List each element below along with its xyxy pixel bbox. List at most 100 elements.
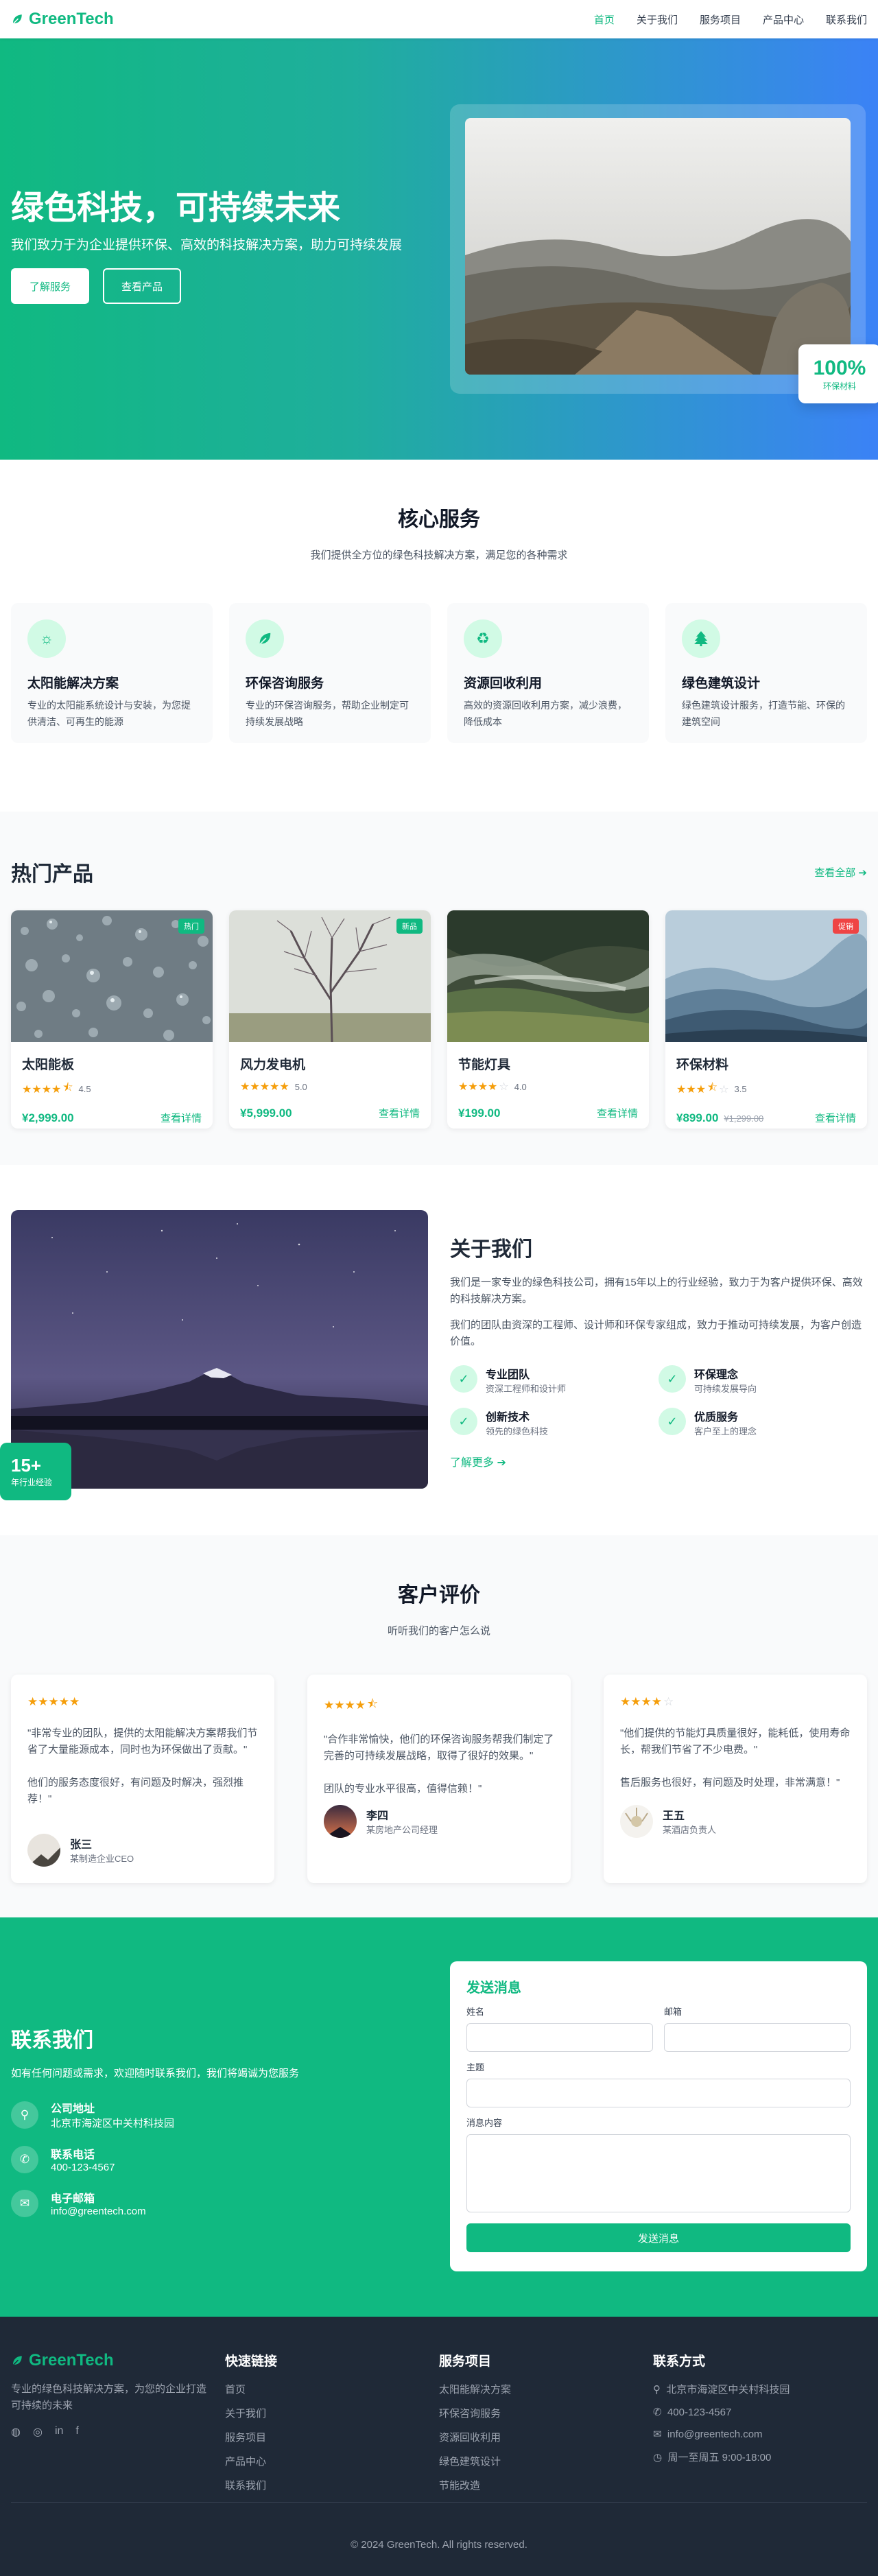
- footer-logo[interactable]: GreenTech: [11, 2351, 225, 2370]
- footer-brand: GreenTech 专业的绿色科技解决方案，为您的企业打造可持续的未来 ◍ ◎ …: [11, 2351, 225, 2502]
- footer-contact-value: 北京市海淀区中关村科技园: [666, 2384, 790, 2396]
- empty-star-icon: ☆: [663, 1695, 674, 1708]
- contact-subtitle: 如有任何问题或需求，欢迎随时联系我们，我们将竭诚为您服务: [11, 2068, 300, 2079]
- service-card[interactable]: 绿色建筑设计 绿色建筑设计服务，打造节能、环保的建筑空间: [665, 603, 867, 743]
- footer-link[interactable]: 环保咨询服务: [439, 2406, 653, 2420]
- experience-badge: 15+ 年行业经验: [0, 1443, 71, 1500]
- footer-link[interactable]: 资源回收利用: [439, 2430, 653, 2444]
- rating-stars: ★★★★ ☆: [620, 1695, 851, 1709]
- feature-desc: 客户至上的理念: [694, 1426, 757, 1437]
- product-name: 太阳能板: [22, 1058, 75, 1072]
- footer-link[interactable]: 服务项目: [225, 2430, 439, 2444]
- product-card[interactable]: 节能灯具 ★★★★ ☆ 4.0 ¥199.00 查看详情: [447, 910, 649, 1129]
- facebook-icon[interactable]: f: [75, 2425, 78, 2439]
- product-card[interactable]: 热门 太阳能板 ★★★★ ⯪ 4.5 ¥2,999.00 查看详情: [11, 910, 213, 1129]
- view-detail-link[interactable]: 查看详情: [597, 1106, 638, 1120]
- product-card[interactable]: 新品 风力发电机 ★★★★★ 5.0 ¥5,999.00 查看详情: [229, 910, 431, 1129]
- footer-desc: 专业的绿色科技解决方案，为您的企业打造可持续的未来: [11, 2383, 207, 2411]
- badge-value: 100%: [813, 356, 866, 379]
- check-icon: ✓: [658, 1365, 686, 1393]
- review-card: ★★★★★ "非常专业的团队，提供的太阳能解决方案帮我们节省了大量能源成本，同时…: [11, 1675, 274, 1883]
- learn-services-button[interactable]: 了解服务: [11, 268, 89, 304]
- feature-item: ✓ 专业团队 资深工程师和设计师: [450, 1365, 658, 1395]
- footer-heading: 联系方式: [653, 2354, 706, 2369]
- footer-link[interactable]: 产品中心: [225, 2454, 439, 2468]
- message-textarea[interactable]: [466, 2134, 851, 2212]
- contact-label: 公司地址: [51, 2103, 95, 2115]
- star-icon: ★★★★: [620, 1695, 662, 1708]
- name-input[interactable]: [466, 2023, 653, 2052]
- logo[interactable]: GreenTech: [11, 10, 114, 29]
- service-card[interactable]: ♻ 资源回收利用 高效的资源回收利用方案，减少浪费，降低成本: [447, 603, 649, 743]
- nav-services[interactable]: 服务项目: [700, 12, 741, 27]
- services-section: 核心服务 我们提供全方位的绿色科技解决方案，满足您的各种需求 ☼ 太阳能解决方案…: [0, 460, 878, 812]
- badge-label: 年行业经验: [11, 1478, 53, 1487]
- product-card[interactable]: 促销 环保材料 ★★★ ⯪ ☆ 3.5 ¥899.00 ¥1,299.00 查看详情: [665, 910, 867, 1129]
- contact-info: 联系我们 如有任何问题或需求，欢迎随时联系我们，我们将竭诚为您服务 ⚲ 公司地址…: [11, 2023, 299, 2218]
- footer-link[interactable]: 绿色建筑设计: [439, 2454, 653, 2468]
- nav-links: 首页 关于我们 服务项目 产品中心 联系我们: [594, 12, 867, 27]
- footer-link[interactable]: 首页: [225, 2382, 439, 2396]
- check-icon: ✓: [450, 1408, 477, 1435]
- night-mountain-image: [11, 1210, 428, 1489]
- location-icon: ⚲: [11, 2101, 38, 2129]
- weibo-icon[interactable]: ◎: [33, 2425, 43, 2439]
- review-text: "非常专业的团队，提供的太阳能解决方案帮我们节省了大量能源成本，同时也为环保做出…: [27, 1727, 258, 1805]
- view-detail-link[interactable]: 查看详情: [161, 1111, 202, 1125]
- learn-more-link[interactable]: 了解更多 ➔: [450, 1453, 506, 1469]
- star-icon: ★★★★★: [27, 1695, 80, 1708]
- footer-contact-value: info@greentech.com: [667, 2429, 763, 2440]
- footer-quick-links: 快速链接 首页 关于我们 服务项目 产品中心 联系我们: [225, 2351, 439, 2502]
- check-icon: ✓: [450, 1365, 477, 1393]
- copyright: © 2024 GreenTech. All rights reserved.: [351, 2539, 527, 2551]
- service-title: 环保咨询服务: [246, 676, 324, 691]
- services-title: 核心服务: [398, 508, 480, 531]
- send-message-button[interactable]: 发送消息: [466, 2223, 851, 2252]
- name-label: 姓名: [466, 2007, 485, 2017]
- reviewer-role: 某制造企业CEO: [70, 1854, 134, 1864]
- nav-home[interactable]: 首页: [594, 12, 615, 27]
- footer-heading: 服务项目: [439, 2354, 492, 2369]
- contact-item: ✉ 电子邮箱 info@greentech.com: [11, 2189, 299, 2218]
- clock-icon: ◷: [653, 2452, 663, 2463]
- half-star-icon: ⯪: [62, 1082, 73, 1094]
- feature-title: 优质服务: [694, 1412, 739, 1423]
- nav-contact[interactable]: 联系我们: [826, 12, 867, 27]
- service-desc: 专业的太阳能系统设计与安装，为您提供清洁、可再生的能源: [27, 700, 191, 727]
- service-card[interactable]: 环保咨询服务 专业的环保咨询服务，帮助企业制定可持续发展战略: [229, 603, 431, 743]
- sun-icon: ☼: [27, 619, 66, 658]
- nav-about[interactable]: 关于我们: [637, 12, 678, 27]
- star-icon: ★★★: [676, 1083, 707, 1096]
- rating-stars: ★★★★★: [27, 1695, 258, 1709]
- footer-contact-value: 周一至周五 9:00-18:00: [667, 2452, 772, 2463]
- rating-stars: ★★★★★ 5.0: [240, 1080, 420, 1094]
- about-paragraph-1: 我们是一家专业的绿色科技公司，拥有15年以上的行业经验，致力于为客户提供环保、高…: [450, 1277, 863, 1305]
- feature-desc: 领先的绿色科技: [486, 1426, 549, 1437]
- wechat-icon[interactable]: ◍: [11, 2425, 21, 2439]
- hero-text: 绿色科技，可持续未来 我们致力于为企业提供环保、高效的科技解决方案，助力可持续发…: [11, 188, 402, 304]
- misty-forest-image: [447, 910, 649, 1042]
- view-detail-link[interactable]: 查看详情: [815, 1111, 856, 1125]
- empty-star-icon: ☆: [719, 1083, 729, 1096]
- view-detail-link[interactable]: 查看详情: [379, 1106, 420, 1120]
- view-all-link[interactable]: 查看全部 ➔: [814, 865, 867, 879]
- footer-contact-item: ✉ info@greentech.com: [653, 2428, 867, 2440]
- footer-contact-item: ⚲ 北京市海淀区中关村科技园: [653, 2382, 867, 2396]
- current-price: ¥899.00: [676, 1111, 719, 1124]
- rating-value: 4.5: [78, 1084, 91, 1094]
- footer-link[interactable]: 联系我们: [225, 2478, 439, 2492]
- product-name: 环保材料: [676, 1058, 729, 1072]
- footer-link[interactable]: 节能改造: [439, 2478, 653, 2492]
- footer-link[interactable]: 关于我们: [225, 2406, 439, 2420]
- recycle-icon: ♻: [464, 619, 502, 658]
- view-products-button[interactable]: 查看产品: [103, 268, 181, 304]
- phone-icon: ✆: [11, 2146, 38, 2173]
- nav-products[interactable]: 产品中心: [763, 12, 804, 27]
- footer-link[interactable]: 太阳能解决方案: [439, 2382, 653, 2396]
- rating-value: 4.0: [514, 1081, 527, 1092]
- message-label: 消息内容: [466, 2118, 503, 2128]
- service-card[interactable]: ☼ 太阳能解决方案 专业的太阳能系统设计与安装，为您提供清洁、可再生的能源: [11, 603, 213, 743]
- email-input[interactable]: [664, 2023, 851, 2052]
- subject-input[interactable]: [466, 2079, 851, 2107]
- linkedin-icon[interactable]: in: [55, 2425, 63, 2439]
